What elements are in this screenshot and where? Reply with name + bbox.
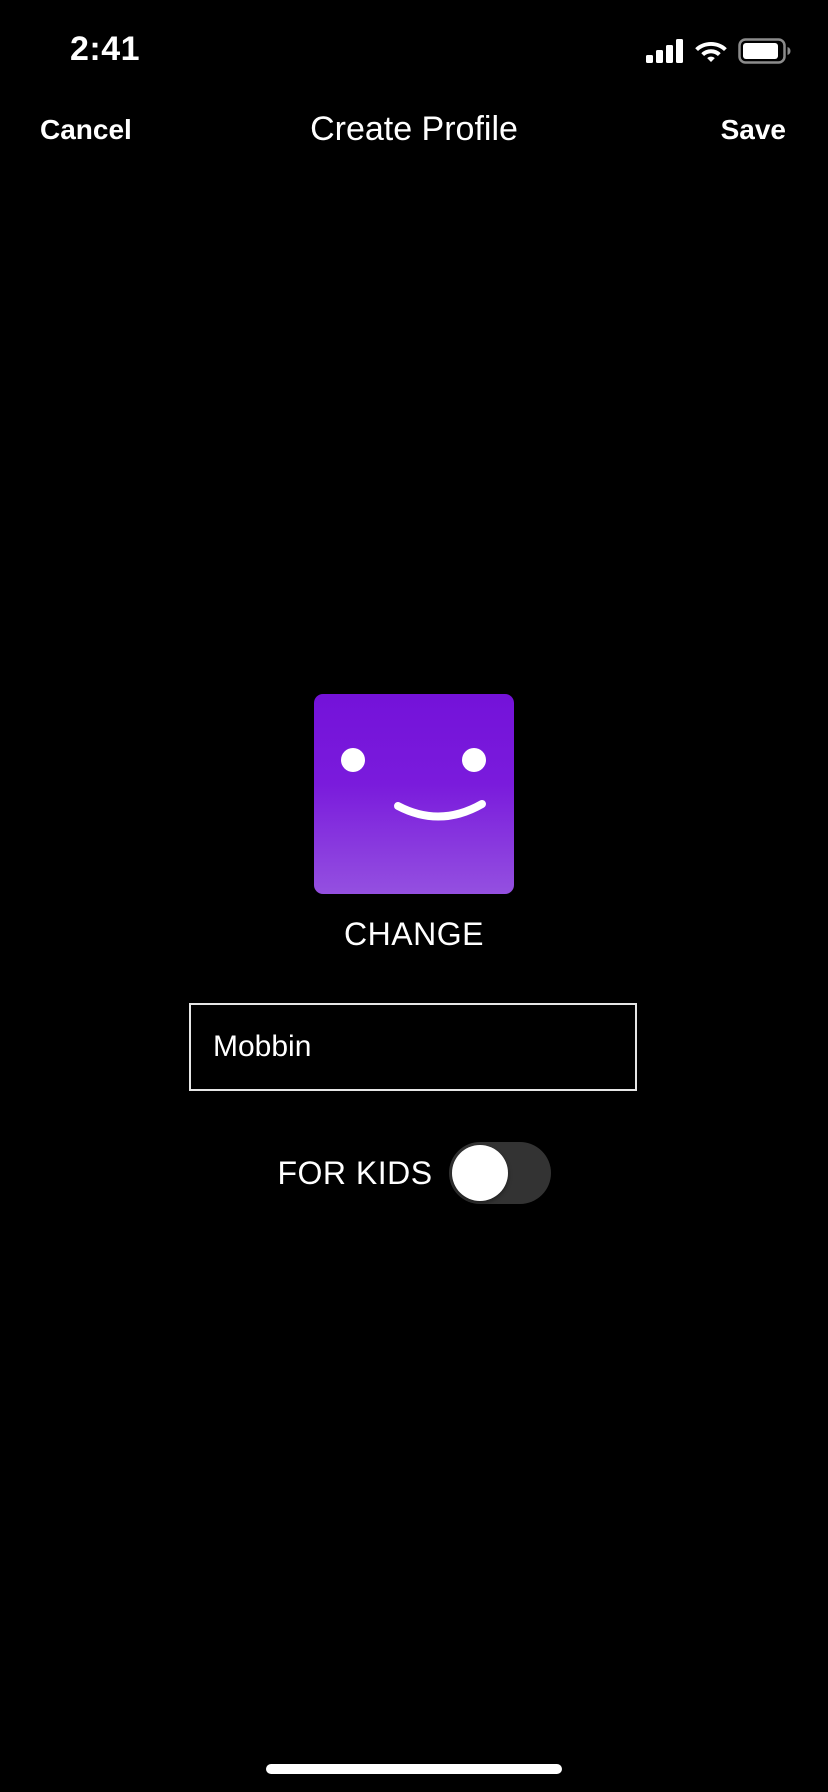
for-kids-label: FOR KIDS <box>277 1154 433 1191</box>
status-icons <box>646 36 792 66</box>
smiley-face-avatar-icon <box>341 748 486 821</box>
profile-name-input[interactable] <box>189 1003 637 1091</box>
navigation-bar: Cancel Create Profile Save <box>0 100 828 166</box>
cancel-button[interactable]: Cancel <box>40 114 132 146</box>
save-button[interactable]: Save <box>721 114 786 146</box>
toggle-knob <box>451 1145 508 1201</box>
for-kids-row: FOR KIDS <box>0 1141 828 1205</box>
status-bar: 2:41 <box>0 0 828 100</box>
battery-icon <box>738 38 791 64</box>
profile-avatar[interactable] <box>314 694 514 894</box>
status-time: 2:41 <box>70 30 141 68</box>
for-kids-toggle[interactable] <box>448 1142 551 1204</box>
wifi-icon <box>695 42 727 62</box>
change-avatar-button[interactable]: CHANGE <box>0 916 828 953</box>
cellular-signal-icon <box>646 39 683 63</box>
home-indicator[interactable] <box>266 1764 562 1774</box>
